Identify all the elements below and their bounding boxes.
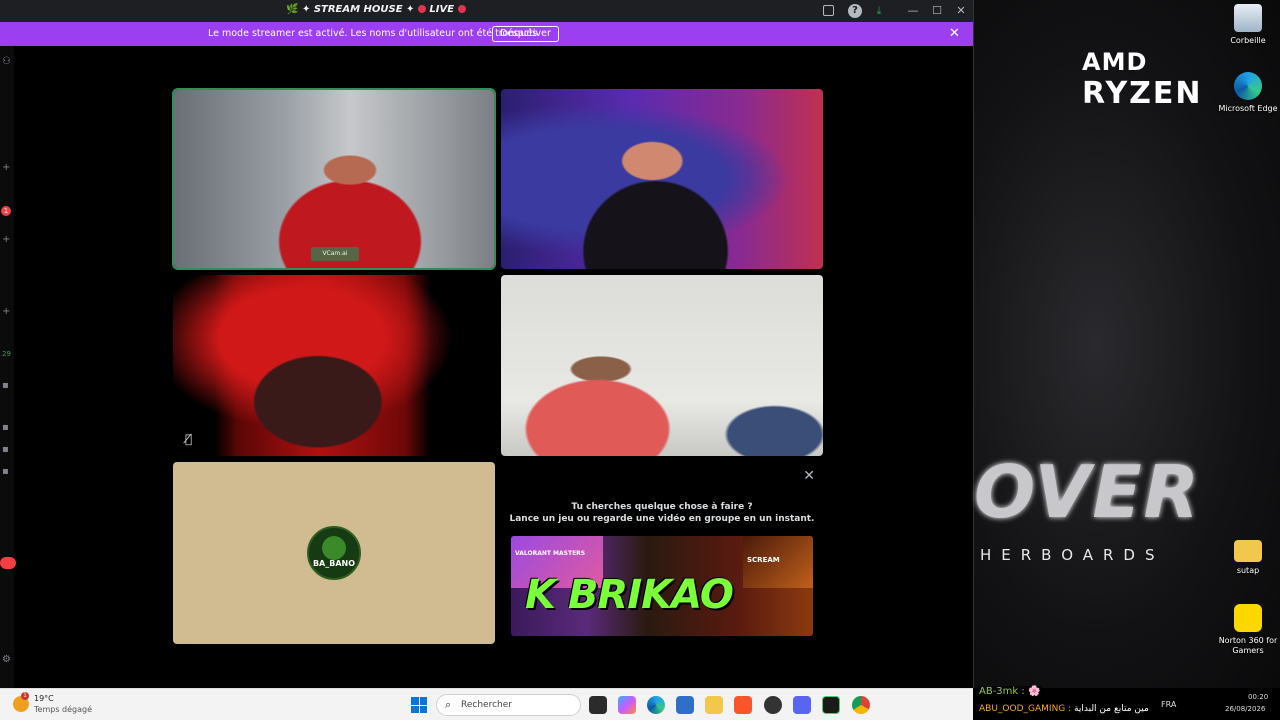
video-tile-1[interactable]: VCam.ai xyxy=(172,88,496,270)
server-rail: ⚇ + 1 + + 29 ▪ ▪ ▪ ▪ ⚙ xyxy=(0,46,16,688)
add-icon[interactable]: + xyxy=(2,162,10,173)
add-icon[interactable]: + xyxy=(2,234,10,245)
window-title-text: STREAM HOUSE xyxy=(313,4,403,15)
temperature: 19°C xyxy=(34,694,54,703)
taskbar-search[interactable]: ⌕ Rechercher xyxy=(436,694,581,716)
video-icon[interactable]: ▪ xyxy=(2,444,9,455)
folder-icon xyxy=(1234,540,1262,562)
activity-prompt-subtitle: Lance un jeu ou regarde une vidéo en gro… xyxy=(509,514,815,524)
amd-wallpaper-text: AMD xyxy=(1082,48,1148,76)
channel-count: 29 xyxy=(2,350,11,358)
close-banner-icon[interactable]: ✕ xyxy=(949,26,960,41)
edge-shortcut[interactable]: Microsoft Edge xyxy=(1216,72,1280,114)
add-icon[interactable]: + xyxy=(2,306,10,317)
inbox-icon[interactable] xyxy=(823,5,834,16)
wallpaper-small-text: HERBOARDS xyxy=(980,546,1165,564)
activity-banner[interactable]: VALORANT MASTERS SCREAM K BRIKAO xyxy=(511,536,813,636)
activity-prompt-title: Tu cherches quelque chose à faire ? xyxy=(571,502,753,512)
help-icon[interactable]: ? xyxy=(848,4,862,18)
search-placeholder: Rechercher xyxy=(461,700,512,710)
disconnect-button[interactable] xyxy=(0,557,16,569)
ryzen-wallpaper-text: RYZEN xyxy=(1082,76,1203,111)
clock-date[interactable]: 26/08/2026 xyxy=(1225,705,1265,713)
maximize-button[interactable]: ☐ xyxy=(930,4,944,18)
discord-icon[interactable] xyxy=(793,696,811,714)
clock-time[interactable]: 00:20 xyxy=(1248,693,1268,701)
close-button[interactable]: ✕ xyxy=(954,4,968,18)
edge-icon xyxy=(1234,72,1262,100)
minimize-button[interactable]: — xyxy=(906,4,920,18)
folder-shortcut[interactable]: sutap xyxy=(1216,540,1280,576)
recycle-bin-shortcut[interactable]: Corbeille xyxy=(1216,4,1280,46)
file-explorer-icon[interactable] xyxy=(705,696,723,714)
obs-icon[interactable] xyxy=(764,696,782,714)
vcam-overlay-label: VCam.ai xyxy=(311,247,359,261)
recycle-bin-icon xyxy=(1234,4,1262,32)
live-label: LIVE xyxy=(429,4,455,15)
game-scream[interactable]: SCREAM xyxy=(743,536,813,588)
video-icon[interactable]: ▪ xyxy=(2,422,9,433)
brikao-logo: K BRIKAO xyxy=(525,572,734,618)
avatar-tile[interactable]: BA_BANO xyxy=(173,462,495,644)
streamer-mode-banner: Le mode streamer est activé. Les noms d'… xyxy=(0,22,973,46)
live-dot-icon xyxy=(457,5,466,13)
add-friend-icon[interactable]: ⚇ xyxy=(2,56,11,67)
streamer-mode-message: Le mode streamer est activé. Les noms d'… xyxy=(208,28,541,39)
taskbar: 1 19°C Temps dégagé ⌕ Rechercher xyxy=(0,688,973,720)
edge-taskbar-icon[interactable] xyxy=(647,696,665,714)
discord-window: 🌿 ✦ STREAM HOUSE ✦ LIVE ? ⤓ — ☐ ✕ Le mod… xyxy=(0,0,973,688)
video-tile-3[interactable]: 🎙̸ xyxy=(173,275,495,456)
video-icon[interactable]: ▪ xyxy=(2,466,9,477)
task-view-icon[interactable] xyxy=(589,696,607,714)
leaf-icon: 🌿 xyxy=(286,4,299,15)
start-button[interactable] xyxy=(411,697,427,713)
video-icon[interactable]: ▪ xyxy=(2,380,9,391)
norton-icon xyxy=(1234,604,1262,632)
live-dot-icon xyxy=(417,5,426,13)
user-avatar: BA_BANO xyxy=(307,526,361,580)
norton-shortcut[interactable]: Norton 360 for Gamers xyxy=(1216,604,1280,656)
video-tile-2[interactable] xyxy=(501,89,823,269)
desktop: AMD RYZEN OVER HERBOARDS Corbeille Micro… xyxy=(973,0,1280,714)
download-icon[interactable]: ⤓ xyxy=(872,4,886,18)
weather-condition: Temps dégagé xyxy=(34,705,93,714)
game-launcher-icon[interactable] xyxy=(822,696,840,714)
close-activity-icon[interactable]: ✕ xyxy=(803,468,815,484)
deactivate-streamer-button[interactable]: Désactiver xyxy=(492,26,559,42)
settings-icon[interactable]: ⚙ xyxy=(2,654,11,665)
brave-icon[interactable] xyxy=(734,696,752,714)
video-tile-4[interactable] xyxy=(501,275,823,456)
copilot-icon[interactable] xyxy=(618,696,636,714)
system-tray: FRA 00:20 26/08/2026 xyxy=(973,688,1280,720)
window-title: 🌿 ✦ STREAM HOUSE ✦ LIVE xyxy=(286,4,466,15)
title-bar: 🌿 ✦ STREAM HOUSE ✦ LIVE ? ⤓ — ☐ ✕ xyxy=(0,0,973,22)
activity-suggestion-panel: ✕ Tu cherches quelque chose à faire ? La… xyxy=(501,462,823,644)
search-icon: ⌕ xyxy=(445,698,452,711)
weather-badge: 1 xyxy=(21,692,29,700)
store-icon[interactable] xyxy=(676,696,694,714)
notification-badge: 1 xyxy=(1,206,11,216)
chrome-icon[interactable] xyxy=(852,696,870,714)
language-indicator[interactable]: FRA xyxy=(1161,700,1176,709)
muted-mic-icon: 🎙̸ xyxy=(185,432,193,446)
wallpaper-big-text: OVER xyxy=(974,450,1201,534)
